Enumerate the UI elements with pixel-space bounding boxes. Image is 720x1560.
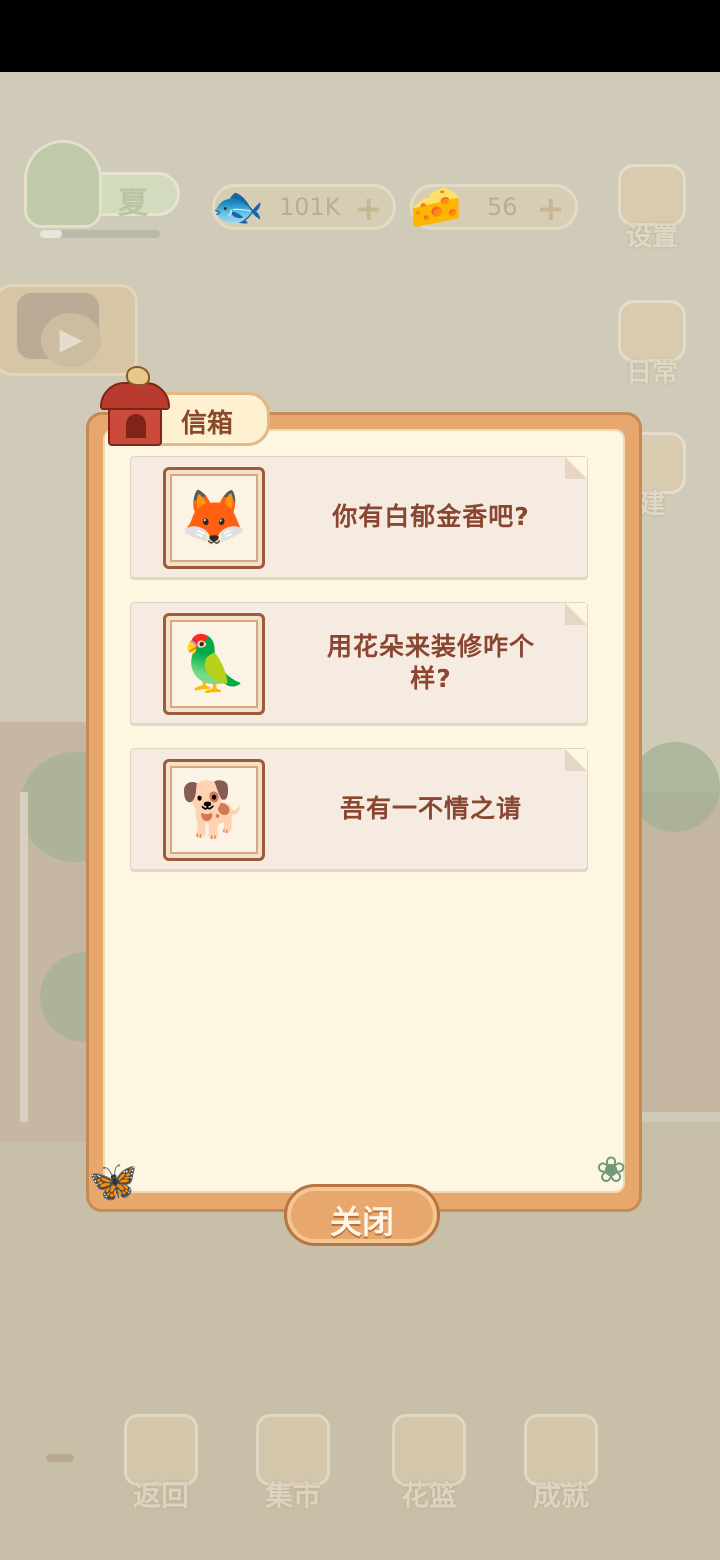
- settings-label: 设置: [625, 222, 678, 252]
- letter-line: 吾有一不情之请: [339, 794, 522, 823]
- avatar: 🦜: [163, 613, 265, 715]
- letter-text: 你有白郁金香吧?: [291, 501, 571, 533]
- dialog-title: 信箱: [181, 409, 234, 439]
- letter-fold: [565, 749, 587, 771]
- mailbox-roof: [100, 382, 170, 410]
- nav-flower-basket-label: 花篮: [400, 1479, 457, 1512]
- lamp-post: [20, 792, 28, 1122]
- mailbox-icon: [100, 366, 170, 450]
- tree-icon: [24, 140, 102, 228]
- cheese-value: 56: [487, 193, 518, 221]
- nav-market[interactable]: 集市: [250, 1414, 336, 1514]
- season-label: 夏: [118, 186, 148, 221]
- season-progress-fill: [40, 230, 62, 238]
- play-icon: ▶: [41, 313, 101, 367]
- letter-item[interactable]: 🐕 吾有一不情之请: [130, 748, 588, 870]
- nav-market-label: 集市: [264, 1479, 321, 1512]
- letter-fold: [565, 603, 587, 625]
- fish-bone-icon: 🐟: [211, 182, 265, 231]
- video-reward-panel[interactable]: ▶: [0, 284, 138, 376]
- shiba-avatar-icon: 🐕: [180, 778, 248, 841]
- fox-avatar-icon: 🦊: [180, 486, 248, 549]
- cheese-icon: 🧀: [409, 182, 463, 231]
- cheese-resource: 🧀 56 +: [410, 182, 578, 231]
- fish-resource: 🐟 101K +: [212, 182, 396, 231]
- fish-value: 101K: [279, 193, 341, 221]
- letter-fold: [565, 457, 587, 479]
- nav-achievements-label: 成就: [532, 1479, 589, 1512]
- add-fish-button[interactable]: +: [355, 189, 384, 229]
- settings-button[interactable]: 设置: [612, 164, 692, 254]
- status-bar: [0, 0, 720, 72]
- tree: [630, 742, 720, 832]
- avatar: 🦊: [163, 467, 265, 569]
- letter-text: 用花朵来装修咋个 样?: [291, 631, 571, 695]
- season-progress-bar: [40, 230, 160, 238]
- bottom-nav: 返回 集市 花篮 成就: [0, 1402, 720, 1522]
- close-label: 关闭: [329, 1203, 394, 1241]
- letter-item[interactable]: 🦊 你有白郁金香吧?: [130, 456, 588, 578]
- close-button[interactable]: 关闭: [284, 1184, 440, 1246]
- nav-back[interactable]: 返回: [118, 1414, 204, 1514]
- letter-line: 用花朵来装修咋个: [326, 632, 535, 661]
- bird-avatar-icon: 🦜: [180, 632, 248, 695]
- collapse-handle[interactable]: [46, 1454, 74, 1462]
- add-cheese-button[interactable]: +: [537, 189, 566, 229]
- daily-button[interactable]: 日常: [612, 300, 692, 390]
- mailbox-door: [126, 414, 146, 438]
- bird-icon: [126, 366, 150, 386]
- butterfly-icon: 🦋: [88, 1159, 138, 1205]
- dragonfly-icon: ❀: [596, 1150, 627, 1191]
- avatar: 🐕: [163, 759, 265, 861]
- letter-text: 吾有一不情之请: [291, 793, 571, 825]
- nav-flower-basket[interactable]: 花篮: [386, 1414, 472, 1514]
- season-badge[interactable]: 夏: [22, 140, 182, 238]
- daily-label: 日常: [625, 358, 678, 388]
- nav-back-label: 返回: [132, 1479, 189, 1512]
- letter-line: 你有白郁金香吧?: [332, 502, 530, 531]
- letter-item[interactable]: 🦜 用花朵来装修咋个 样?: [130, 602, 588, 724]
- nav-achievements[interactable]: 成就: [518, 1414, 604, 1514]
- letter-line: 样?: [410, 664, 452, 693]
